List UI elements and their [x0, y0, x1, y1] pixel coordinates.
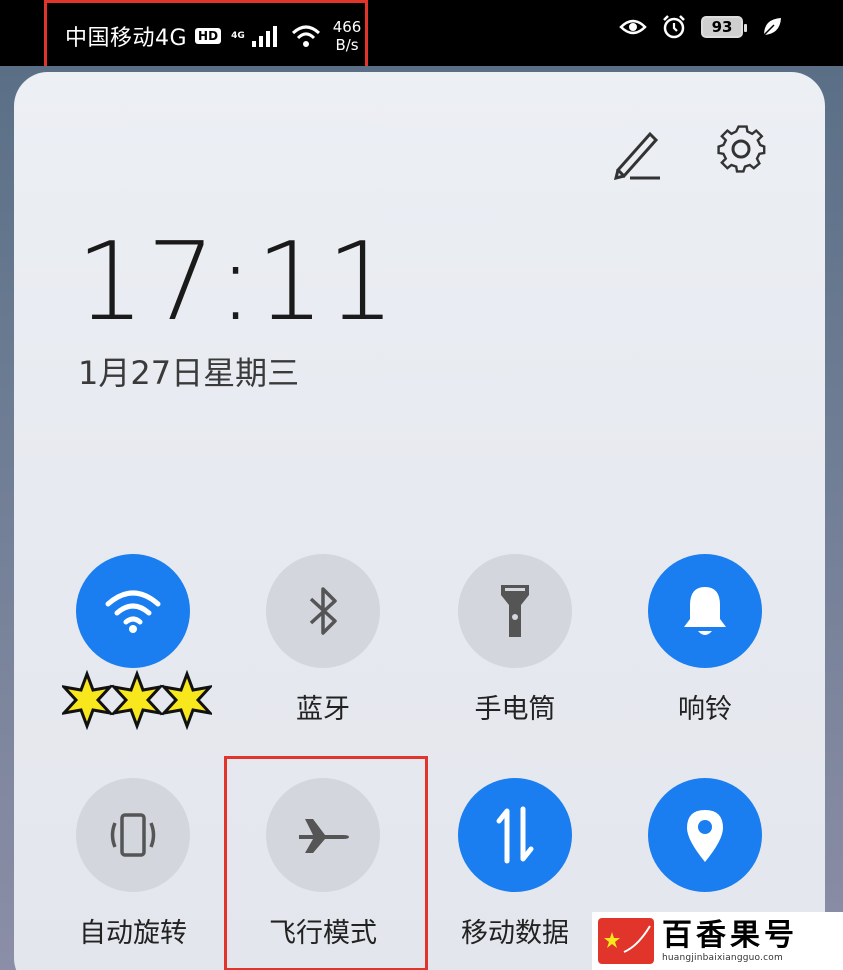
hd-badge: HD: [195, 28, 222, 44]
stars-censor-icon: [62, 670, 212, 730]
notification-panel: 17:11 1月27日星期三 蓝牙 手电筒 响铃 自动旋转 飞行模式 移动数据: [14, 72, 825, 970]
speed-unit: B/s: [335, 36, 359, 54]
tile-label-ring: 响铃: [678, 694, 732, 725]
watermark-text: 百香果号 huangjinbaixiangguo.com: [662, 918, 798, 964]
tile-label-bluetooth: 蓝牙: [296, 694, 350, 725]
edit-button[interactable]: [610, 124, 666, 181]
tile-flashlight[interactable]: [458, 554, 572, 668]
alarm-icon: [663, 15, 685, 39]
watermark-logo: [598, 918, 654, 964]
carrier-name: 中国移动4G: [65, 26, 188, 51]
watermark-title: 百香果号: [662, 918, 798, 953]
tile-ring[interactable]: [648, 554, 762, 668]
watermark: 百香果号 huangjinbaixiangguo.com: [592, 912, 843, 970]
tile-label-flashlight: 手电筒: [474, 694, 556, 725]
tile-mobile-data[interactable]: [458, 778, 572, 892]
battery-indicator: 93: [701, 16, 747, 38]
rotate-icon: [110, 813, 156, 857]
pencil-icon: [613, 131, 660, 181]
tile-wifi[interactable]: [76, 554, 190, 668]
status-left-highlight: 中国移动4G HD 4G 466 B/s: [44, 0, 368, 72]
clock-time: 17:11: [76, 220, 398, 345]
flashlight-icon: [501, 585, 529, 637]
settings-button[interactable]: [712, 120, 770, 178]
speed-value: 466: [332, 18, 362, 36]
tile-bluetooth[interactable]: [266, 554, 380, 668]
network-type: 4G: [231, 31, 245, 41]
clock-date: 1月27日星期三: [78, 354, 300, 392]
data-arrows-icon: [496, 806, 534, 864]
network-speed: 466 B/s: [333, 18, 362, 54]
watermark-url: huangjinbaixiangguo.com: [662, 953, 783, 963]
wifi-icon: [105, 590, 161, 633]
gear-icon: [717, 125, 766, 173]
eye-icon: [619, 19, 647, 35]
status-right: 93: [619, 14, 783, 40]
tile-label-mobile-data: 移动数据: [461, 918, 569, 949]
tile-label-auto-rotate: 自动旋转: [79, 918, 187, 949]
signal-icon: [251, 26, 277, 47]
tile-auto-rotate[interactable]: [76, 778, 190, 892]
bell-icon: [684, 587, 726, 635]
bluetooth-icon: [309, 587, 337, 635]
wifi-icon: [291, 25, 320, 47]
location-icon: [687, 810, 723, 862]
status-bar: 中国移动4G HD 4G 466 B/s 93: [0, 0, 843, 72]
leaf-icon: [763, 18, 781, 36]
airplane-highlight-box: [224, 756, 428, 970]
tile-location[interactable]: [648, 778, 762, 892]
